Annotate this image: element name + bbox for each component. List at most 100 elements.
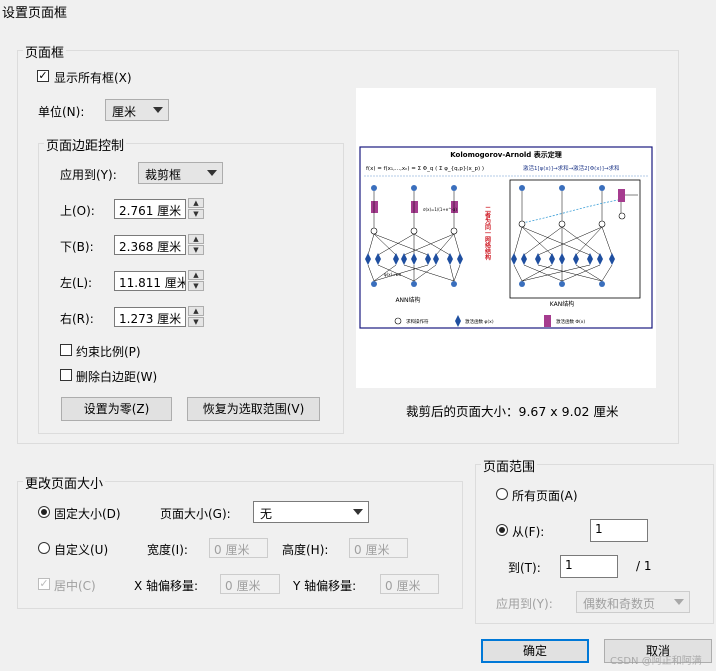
custom-size-label[interactable]: 自定义(U) — [54, 541, 108, 558]
spin-down-icon[interactable]: ▼ — [188, 245, 204, 255]
unit-label: 单位(N): — [38, 105, 85, 119]
apply-to-select[interactable]: 裁剪框 — [138, 162, 223, 184]
to-label: 到(T): — [508, 561, 541, 575]
spin-up-icon[interactable]: ▲ — [188, 306, 204, 316]
sigmoid-label: σ(x)=1/(1+e^-x) — [423, 207, 457, 212]
top-margin-stepper[interactable]: ▲ ▼ — [188, 198, 204, 220]
page-size-label: 页面大小(G): — [160, 507, 231, 521]
y-offset-label: Y 轴偏移量: — [293, 579, 357, 593]
spin-down-icon[interactable]: ▼ — [188, 209, 204, 219]
right-margin-input[interactable]: 1.273 厘米 — [114, 307, 186, 327]
page-size-value: 无 — [260, 507, 273, 521]
height-input[interactable]: 0 厘米 — [349, 538, 408, 558]
bottom-margin-input[interactable]: 2.368 厘米 — [114, 235, 186, 255]
center-label[interactable]: 居中(C) — [54, 577, 96, 594]
width-input[interactable]: 0 厘米 — [209, 538, 268, 558]
sum-node — [450, 227, 458, 235]
range-apply-to-select[interactable]: 偶数和奇数页 — [576, 591, 690, 613]
fixed-size-label[interactable]: 固定大小(D) — [54, 505, 121, 522]
preview-figure: Kolomogorov-Arnold 表示定理 f(x) = f(x₁,...,… — [359, 146, 653, 329]
activation2-box — [618, 189, 625, 202]
output-node — [559, 185, 565, 191]
from-radio[interactable] — [496, 524, 508, 536]
x-offset-label: X 轴偏移量: — [134, 579, 199, 593]
custom-size-radio[interactable] — [38, 542, 50, 554]
apply-to-value: 裁剪框 — [145, 168, 182, 182]
output-node — [451, 185, 457, 191]
y-offset-input[interactable]: 0 厘米 — [380, 574, 439, 594]
change-size-legend: 更改页面大小 — [23, 473, 106, 492]
legend-sum: 求和操作符 — [406, 318, 429, 325]
center-checkbox[interactable]: ✓ — [38, 578, 50, 590]
unit-select[interactable]: 厘米 — [105, 99, 169, 121]
set-zero-button[interactable]: 设置为零(Z) — [61, 397, 172, 421]
page-box-legend: 页面框 — [23, 42, 67, 61]
top-label: 上(O): — [60, 204, 95, 218]
spin-up-icon[interactable]: ▲ — [188, 234, 204, 244]
from-page-input[interactable]: 1 — [590, 519, 648, 542]
activation2-box — [371, 201, 378, 213]
right-margin-stepper[interactable]: ▲ ▼ — [188, 306, 204, 328]
page-size-select[interactable]: 无 — [253, 501, 369, 523]
input-node — [451, 281, 457, 287]
legend-act2: 激活函数 Φ(x) — [556, 318, 585, 325]
activation2-icon — [544, 315, 551, 327]
legend-act1: 激活函数 φ(x) — [465, 318, 494, 325]
sum-node — [370, 227, 378, 235]
sum-node — [410, 227, 418, 235]
show-all-boxes-label[interactable]: 显示所有框(X) — [54, 69, 132, 86]
ok-button[interactable]: 确定 — [481, 639, 589, 663]
apply-to-label: 应用到(Y): — [60, 168, 117, 182]
right-label: 右(R): — [60, 312, 94, 326]
sum-node — [558, 220, 566, 228]
constrain-label[interactable]: 约束比例(P) — [76, 343, 141, 360]
to-page-input[interactable]: 1 — [560, 555, 618, 578]
left-label: 左(L): — [60, 276, 93, 290]
all-pages-label[interactable]: 所有页面(A) — [512, 487, 578, 504]
revert-selection-button[interactable]: 恢复为选取范围(V) — [187, 397, 320, 421]
output-node — [411, 185, 417, 191]
kan-label: KAN结构 — [550, 300, 574, 308]
spin-up-icon[interactable]: ▲ — [188, 270, 204, 280]
remove-white-checkbox[interactable] — [60, 369, 72, 381]
left-margin-input[interactable]: 11.811 厘米 — [114, 271, 186, 291]
sum-node — [598, 220, 606, 228]
spin-up-icon[interactable]: ▲ — [188, 198, 204, 208]
show-all-boxes-checkbox[interactable]: ✓ — [37, 70, 49, 82]
page-preview: Kolomogorov-Arnold 表示定理 f(x) = f(x₁,...,… — [356, 88, 656, 388]
input-node — [371, 281, 377, 287]
sum-node — [618, 212, 626, 220]
same-network-text: 二者为同一网络结构 — [484, 206, 491, 261]
window-title: 设置页面框 — [2, 6, 68, 21]
input-node — [599, 281, 605, 287]
all-pages-radio[interactable] — [496, 488, 508, 500]
cropped-size-label: 裁剪后的页面大小：9.67 x 9.02 厘米 — [406, 404, 619, 419]
top-margin-input[interactable]: 2.761 厘米 — [114, 199, 186, 219]
activation2-box — [411, 201, 418, 213]
chevron-down-icon — [153, 107, 163, 113]
input-node — [559, 281, 565, 287]
chevron-down-icon — [674, 599, 684, 605]
range-apply-to-label: 应用到(Y): — [496, 597, 553, 611]
spin-down-icon[interactable]: ▼ — [188, 281, 204, 291]
bottom-label: 下(B): — [60, 240, 94, 254]
left-margin-stepper[interactable]: ▲ ▼ — [188, 270, 204, 292]
watermark: CSDN @阿正和阿满 — [610, 656, 702, 667]
input-node — [411, 281, 417, 287]
remove-white-label[interactable]: 删除白边距(W) — [76, 368, 157, 385]
sum-operator-icon — [394, 317, 402, 325]
spin-down-icon[interactable]: ▼ — [188, 317, 204, 327]
chevron-down-icon — [207, 170, 217, 176]
width-label: 宽度(I): — [147, 543, 188, 557]
sum-node — [518, 220, 526, 228]
x-offset-input[interactable]: 0 厘米 — [220, 574, 280, 594]
output-node — [599, 185, 605, 191]
chevron-down-icon — [353, 509, 363, 515]
margin-control-legend: 页面边距控制 — [44, 135, 127, 154]
from-label[interactable]: 从(F): — [512, 523, 544, 540]
constrain-checkbox[interactable] — [60, 344, 72, 356]
bottom-margin-stepper[interactable]: ▲ ▼ — [188, 234, 204, 256]
fixed-size-radio[interactable] — [38, 506, 50, 518]
unit-value: 厘米 — [112, 105, 137, 119]
ka-formula: f(x) = f(x₁,...,xₙ) = Σ Φ_q ( Σ φ_{q,p}(… — [366, 166, 484, 172]
